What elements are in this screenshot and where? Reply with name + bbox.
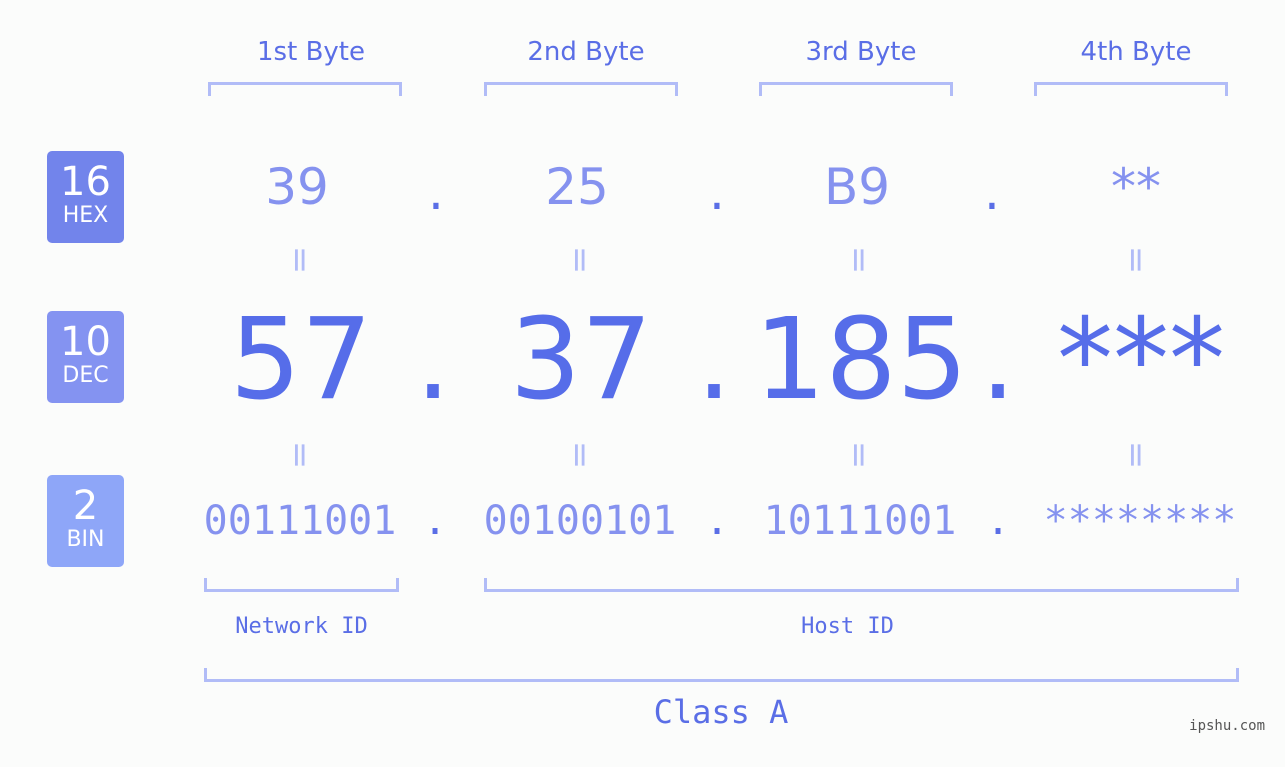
class-bracket bbox=[204, 668, 1239, 682]
hex-byte-1: 39 bbox=[265, 158, 329, 216]
dec-badge: 10 DEC bbox=[47, 311, 124, 403]
bin-byte-4: ******** bbox=[1043, 498, 1237, 544]
hex-badge-label: HEX bbox=[62, 203, 109, 228]
bin-byte-3: 10111001 bbox=[763, 498, 957, 544]
byte-bracket-2 bbox=[484, 82, 678, 96]
hex-badge-number: 16 bbox=[60, 159, 111, 205]
bin-byte-1: 00111001 bbox=[203, 498, 397, 544]
hex-separator-3: . bbox=[984, 163, 1000, 221]
bin-badge: 2 BIN bbox=[47, 475, 124, 567]
dec-badge-number: 10 bbox=[60, 319, 111, 365]
dec-byte-3: 185 bbox=[754, 295, 968, 425]
host-id-bracket bbox=[484, 578, 1239, 592]
dec-byte-4: *** bbox=[1057, 295, 1225, 425]
equals-icon: = bbox=[560, 440, 600, 470]
equals-icon: = bbox=[839, 245, 879, 275]
bin-badge-number: 2 bbox=[72, 483, 99, 529]
host-id-label: Host ID bbox=[801, 614, 894, 639]
class-label: Class A bbox=[653, 693, 789, 731]
dec-byte-1: 57 bbox=[229, 295, 373, 425]
dec-byte-2: 37 bbox=[509, 295, 653, 425]
bin-byte-2: 00100101 bbox=[483, 498, 677, 544]
equals-icon: = bbox=[1116, 245, 1156, 275]
hex-byte-3: B9 bbox=[823, 158, 891, 216]
byte-bracket-1 bbox=[208, 82, 402, 96]
hex-separator-1: . bbox=[428, 163, 444, 221]
dec-badge-label: DEC bbox=[62, 363, 109, 388]
byte-bracket-4 bbox=[1034, 82, 1228, 96]
network-id-label: Network ID bbox=[235, 614, 368, 639]
byte-header-1: 1st Byte bbox=[257, 37, 365, 67]
byte-header-2: 2nd Byte bbox=[527, 37, 645, 67]
equals-icon: = bbox=[280, 245, 320, 275]
brand-watermark: ipshu.com bbox=[1189, 718, 1265, 734]
equals-icon: = bbox=[839, 440, 879, 470]
byte-bracket-3 bbox=[759, 82, 953, 96]
byte-header-3: 3rd Byte bbox=[805, 37, 917, 67]
bin-badge-label: BIN bbox=[66, 527, 105, 552]
bin-separator-1: . bbox=[422, 498, 448, 544]
hex-separator-2: . bbox=[709, 163, 725, 221]
equals-icon: = bbox=[280, 440, 320, 470]
byte-header-4: 4th Byte bbox=[1080, 37, 1192, 67]
equals-icon: = bbox=[1116, 440, 1156, 470]
hex-byte-2: 25 bbox=[545, 158, 609, 216]
hex-badge: 16 HEX bbox=[47, 151, 124, 243]
hex-byte-4: ** bbox=[1111, 158, 1161, 216]
equals-icon: = bbox=[560, 245, 600, 275]
network-id-bracket bbox=[204, 578, 399, 592]
